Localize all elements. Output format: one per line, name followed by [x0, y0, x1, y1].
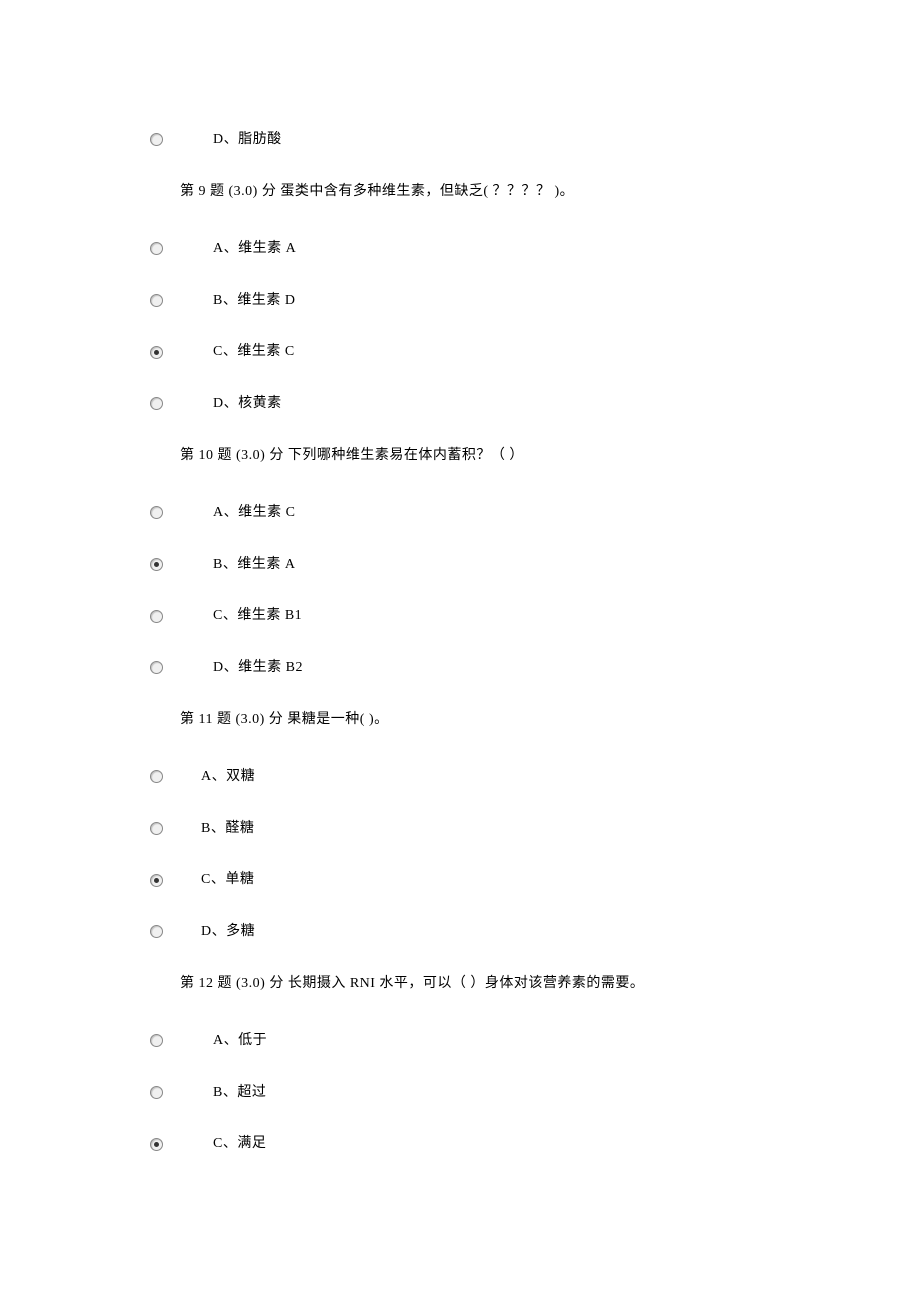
radio-checked-icon	[150, 1138, 163, 1151]
radio-unchecked-icon	[150, 294, 163, 307]
answer-option[interactable]: D、多糖	[150, 922, 770, 942]
answer-option[interactable]: B、维生素 A	[150, 555, 770, 575]
radio-unchecked-icon	[150, 1086, 163, 1099]
answer-option[interactable]: A、低于	[150, 1031, 770, 1051]
radio-unchecked-icon	[150, 661, 163, 674]
radio-checked-icon	[150, 558, 163, 571]
option-label: D、脂肪酸	[213, 130, 282, 150]
answer-option[interactable]: C、维生素 C	[150, 342, 770, 362]
radio-unchecked-icon	[150, 506, 163, 519]
option-label: C、满足	[213, 1134, 266, 1154]
option-label: D、核黄素	[213, 394, 282, 414]
option-label: B、超过	[213, 1083, 266, 1103]
question-prompt: 第 11 题 (3.0) 分 果糖是一种( )。	[150, 710, 770, 730]
radio-unchecked-icon	[150, 242, 163, 255]
answer-option[interactable]: C、满足	[150, 1134, 770, 1154]
question-prompt: 第 9 题 (3.0) 分 蛋类中含有多种维生素，但缺乏( ？？？？ )。	[150, 182, 770, 202]
answer-option[interactable]: A、双糖	[150, 767, 770, 787]
answer-option[interactable]: B、维生素 D	[150, 291, 770, 311]
option-label: A、低于	[213, 1031, 267, 1051]
answer-option[interactable]: B、超过	[150, 1083, 770, 1103]
option-label: C、单糖	[201, 870, 254, 890]
option-label: C、维生素 B1	[213, 606, 302, 626]
option-label: B、维生素 A	[213, 555, 295, 575]
answer-option[interactable]: C、单糖	[150, 870, 770, 890]
answer-option[interactable]: B、醛糖	[150, 819, 770, 839]
option-label: A、维生素 C	[213, 503, 295, 523]
option-label: C、维生素 C	[213, 342, 295, 362]
radio-unchecked-icon	[150, 770, 163, 783]
radio-unchecked-icon	[150, 822, 163, 835]
option-label: B、醛糖	[201, 819, 254, 839]
radio-unchecked-icon	[150, 925, 163, 938]
question-prompt: 第 12 题 (3.0) 分 长期摄入 RNI 水平，可以（ ）身体对该营养素的…	[150, 974, 770, 994]
answer-option[interactable]: D、维生素 B2	[150, 658, 770, 678]
answer-option[interactable]: A、维生素 A	[150, 239, 770, 259]
question-prompt: 第 10 题 (3.0) 分 下列哪种维生素易在体内蓄积？（ ）	[150, 446, 770, 466]
radio-checked-icon	[150, 874, 163, 887]
orphan-option-d[interactable]: D、脂肪酸	[150, 130, 770, 150]
option-label: B、维生素 D	[213, 291, 295, 311]
radio-checked-icon	[150, 346, 163, 359]
answer-option[interactable]: C、维生素 B1	[150, 606, 770, 626]
radio-unchecked-icon	[150, 1034, 163, 1047]
radio-unchecked-icon	[150, 397, 163, 410]
option-label: D、多糖	[201, 922, 255, 942]
answer-option[interactable]: D、核黄素	[150, 394, 770, 414]
answer-option[interactable]: A、维生素 C	[150, 503, 770, 523]
option-label: A、维生素 A	[213, 239, 296, 259]
radio-unchecked-icon	[150, 610, 163, 623]
option-label: A、双糖	[201, 767, 255, 787]
option-label: D、维生素 B2	[213, 658, 303, 678]
radio-unchecked-icon	[150, 133, 163, 146]
